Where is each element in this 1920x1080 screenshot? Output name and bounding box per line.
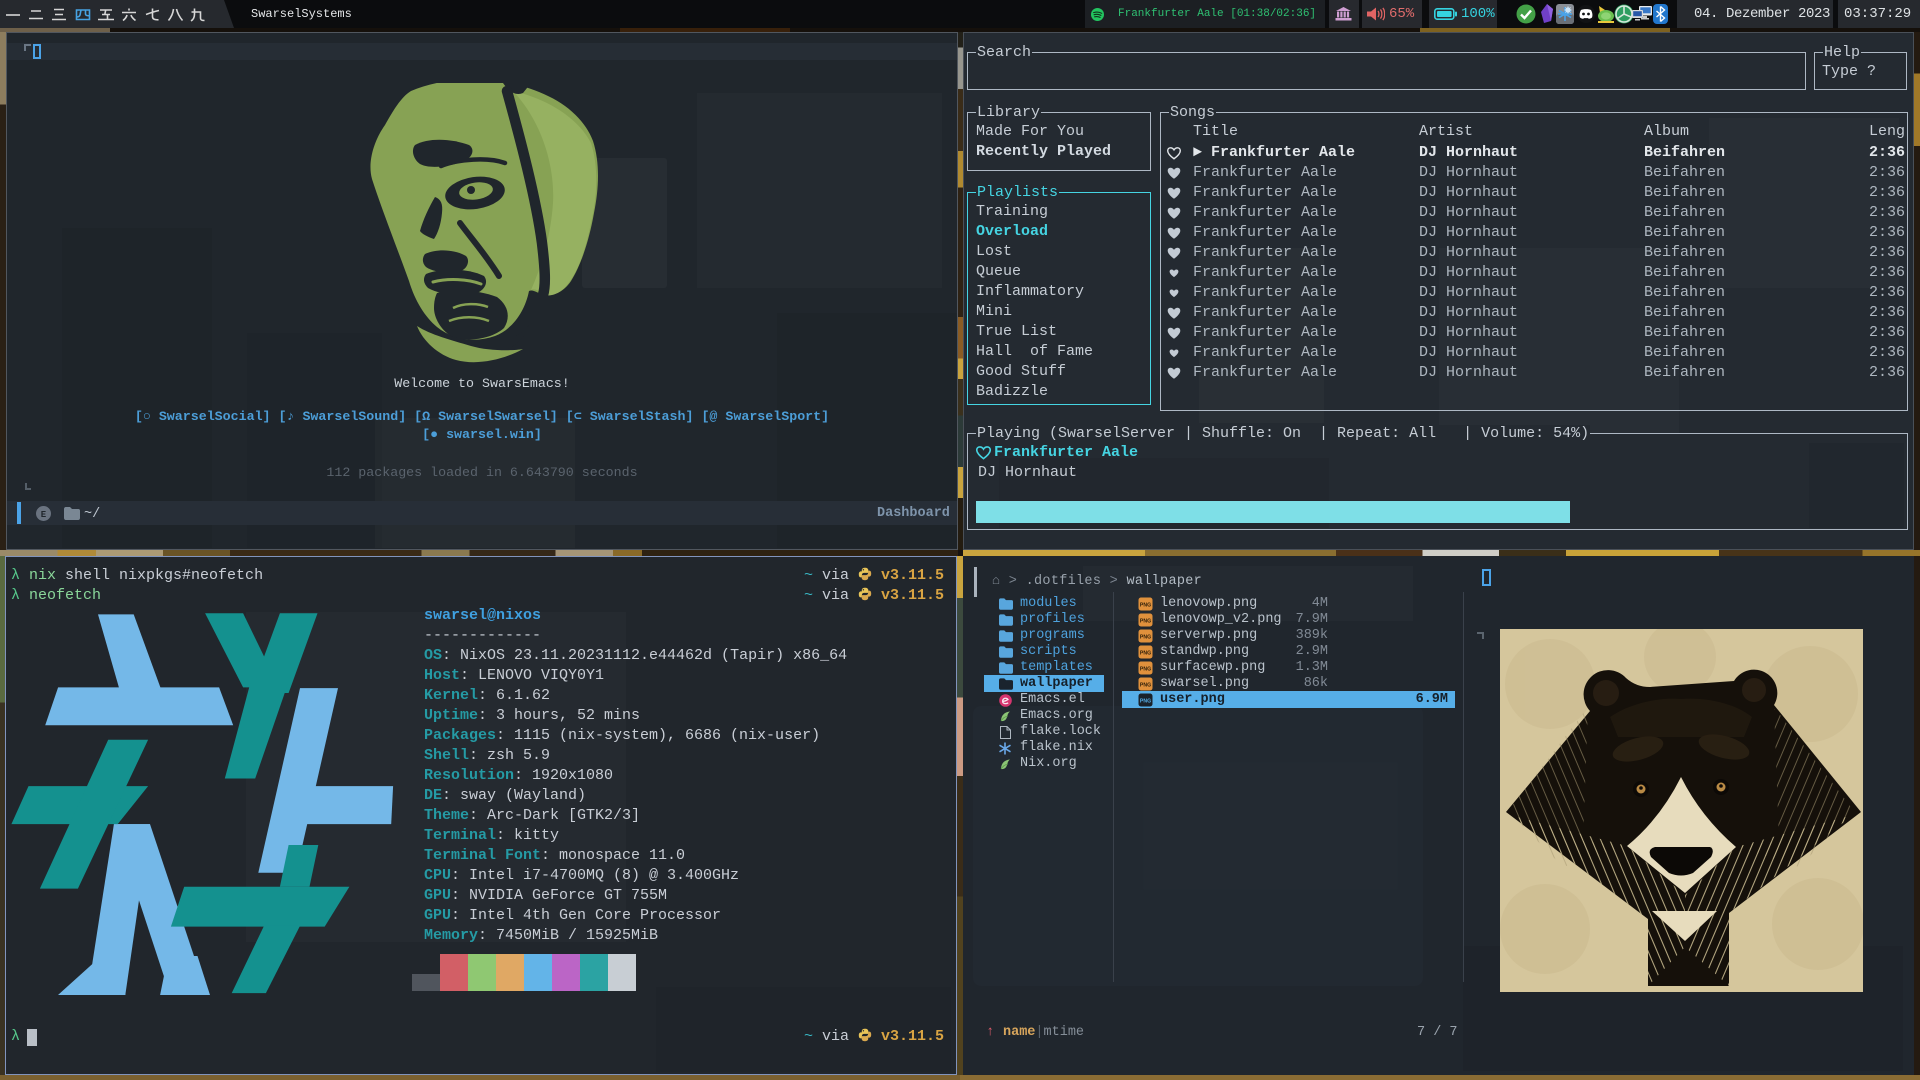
svg-text:PNG: PNG: [1140, 603, 1151, 609]
svg-text:PNG: PNG: [1140, 683, 1151, 689]
svg-text:PNG: PNG: [1140, 635, 1151, 641]
svg-text:PNG: PNG: [1140, 667, 1151, 673]
svg-text:PNG: PNG: [1140, 651, 1151, 657]
svg-text:E: E: [41, 510, 47, 520]
svg-text:PNG: PNG: [1140, 699, 1151, 705]
svg-text:PNG: PNG: [1140, 619, 1151, 625]
